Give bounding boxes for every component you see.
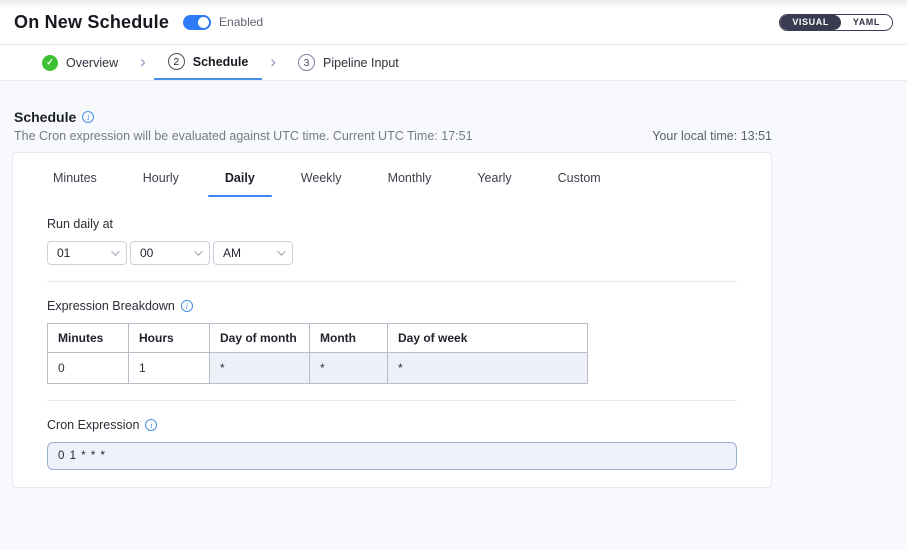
enabled-toggle-label: Enabled — [219, 15, 263, 29]
schedule-heading-block: Schedule i The Cron expression will be e… — [14, 109, 473, 143]
wizard-steps-bar: ✓ Overview › 2 Schedule › 3 Pipeline Inp… — [0, 44, 907, 81]
col-header-day-of-month: Day of month — [210, 324, 310, 353]
cell-hours: 1 — [129, 353, 210, 384]
utc-description: The Cron expression will be evaluated ag… — [14, 129, 473, 143]
chevron-down-icon — [111, 247, 119, 255]
tab-daily[interactable]: Daily — [225, 165, 255, 197]
tab-yearly[interactable]: Yearly — [477, 165, 511, 197]
table-row: 0 1 * * * — [48, 353, 588, 384]
tab-minutes[interactable]: Minutes — [53, 165, 97, 197]
step-number-badge: 2 — [168, 53, 185, 70]
col-header-month: Month — [310, 324, 388, 353]
step-overview-label: Overview — [66, 56, 118, 70]
minute-select-value: 00 — [140, 246, 153, 260]
hour-select-value: 01 — [57, 246, 70, 260]
meridiem-select-value: AM — [223, 246, 241, 260]
section-divider — [47, 281, 737, 282]
minute-select[interactable]: 00 — [130, 241, 210, 265]
step-pipeline-input-label: Pipeline Input — [323, 56, 399, 70]
table-header-row: Minutes Hours Day of month Month Day of … — [48, 324, 588, 353]
info-icon[interactable]: i — [82, 111, 94, 123]
schedule-heading: Schedule — [14, 109, 76, 125]
enabled-toggle-group: Enabled — [183, 15, 263, 30]
page-title: On New Schedule — [14, 12, 169, 33]
schedule-card: Minutes Hourly Daily Weekly Monthly Year… — [12, 152, 772, 488]
run-daily-label: Run daily at — [47, 217, 737, 231]
step-number-badge: 3 — [298, 54, 315, 71]
tab-monthly[interactable]: Monthly — [388, 165, 432, 197]
cron-expression-heading: Cron Expression — [47, 418, 139, 432]
col-header-hours: Hours — [129, 324, 210, 353]
schedule-heading-row: Schedule i The Cron expression will be e… — [12, 109, 772, 143]
col-header-minutes: Minutes — [48, 324, 129, 353]
local-time-text: Your local time: 13:51 — [652, 129, 772, 143]
info-icon[interactable]: i — [181, 300, 193, 312]
cron-expression-input[interactable] — [47, 442, 737, 470]
visual-view-button[interactable]: VISUAL — [780, 15, 841, 30]
tab-weekly[interactable]: Weekly — [301, 165, 342, 197]
cell-day-of-week: * — [388, 353, 588, 384]
step-schedule[interactable]: 2 Schedule — [154, 45, 263, 80]
time-selects: 01 00 AM — [47, 241, 737, 265]
expression-breakdown-table: Minutes Hours Day of month Month Day of … — [47, 323, 588, 384]
meridiem-select[interactable]: AM — [213, 241, 293, 265]
toggle-knob — [198, 17, 209, 28]
info-icon[interactable]: i — [145, 419, 157, 431]
chevron-right-icon: › — [132, 43, 154, 80]
cell-day-of-month: * — [210, 353, 310, 384]
frequency-tabs: Minutes Hourly Daily Weekly Monthly Year… — [47, 165, 737, 197]
yaml-view-button[interactable]: YAML — [841, 15, 892, 30]
main-content: Schedule i The Cron expression will be e… — [0, 81, 907, 488]
chevron-right-icon: › — [262, 43, 284, 80]
check-icon: ✓ — [42, 55, 58, 71]
enabled-toggle[interactable] — [183, 15, 211, 30]
step-overview[interactable]: ✓ Overview — [28, 45, 132, 80]
cell-month: * — [310, 353, 388, 384]
chevron-down-icon — [277, 247, 285, 255]
step-pipeline-input[interactable]: 3 Pipeline Input — [284, 45, 413, 80]
section-divider — [47, 400, 737, 401]
chevron-down-icon — [194, 247, 202, 255]
step-schedule-label: Schedule — [193, 55, 249, 69]
tab-custom[interactable]: Custom — [558, 165, 601, 197]
view-mode-switch: VISUAL YAML — [779, 14, 893, 31]
expression-breakdown-heading: Expression Breakdown — [47, 299, 175, 313]
col-header-day-of-week: Day of week — [388, 324, 588, 353]
cell-minutes: 0 — [48, 353, 129, 384]
tab-hourly[interactable]: Hourly — [143, 165, 179, 197]
hour-select[interactable]: 01 — [47, 241, 127, 265]
page-header: On New Schedule Enabled VISUAL YAML — [0, 0, 907, 44]
